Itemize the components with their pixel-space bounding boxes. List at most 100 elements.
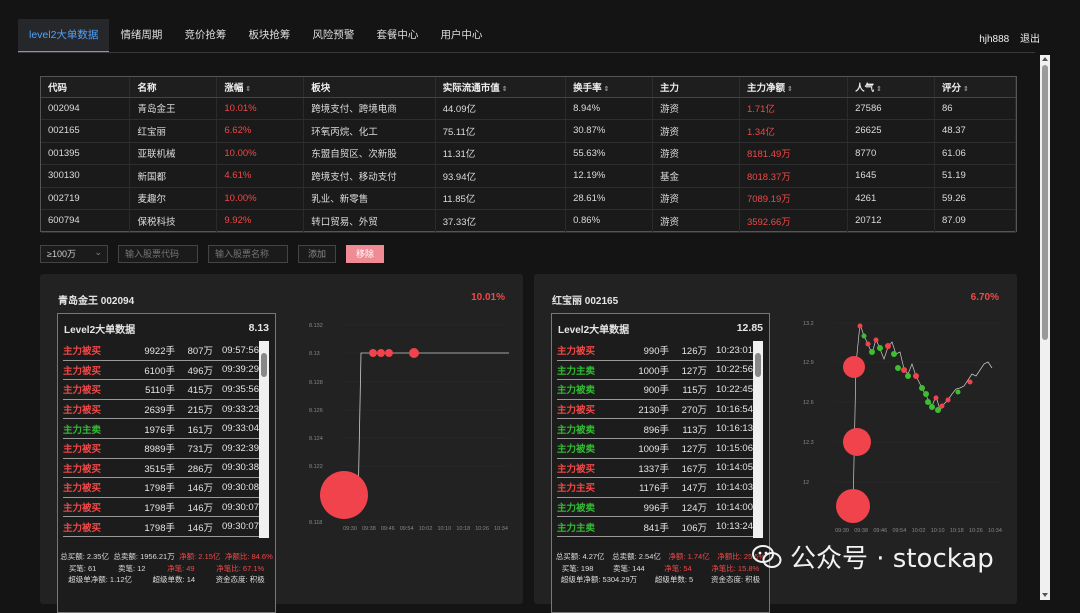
trade-row[interactable]: 主力主买 1176手 147万 10:14:03	[557, 478, 753, 498]
scrollbar-thumb[interactable]	[1042, 65, 1048, 340]
trade-row[interactable]: 主力被卖 996手 124万 10:14:00	[557, 498, 753, 518]
table-row[interactable]: 600794 保税科技 9.92% 转口贸易、外贸 37.33亿 0.86% 游资 3592.…	[41, 209, 1016, 233]
sort-icon[interactable]: ⇕	[604, 86, 610, 93]
column-header[interactable]: 主力净额 ⇕	[739, 77, 849, 98]
tab-4[interactable]: 风险预警	[301, 19, 365, 53]
sort-icon[interactable]: ⇕	[963, 86, 969, 93]
column-header-label: 涨幅	[224, 82, 244, 94]
scroll-up-icon[interactable]	[1042, 57, 1048, 61]
table-row[interactable]: 002719 麦趣尔 10.00% 乳业、新零售 11.85亿 28.61% 游资 7089.…	[41, 187, 1016, 210]
trade-row[interactable]: 主力被买 3515手 286万 09:30:38	[63, 459, 259, 479]
trade-row[interactable]: 主力被买 2639手 215万 09:33:23	[63, 400, 259, 420]
trade-type: 主力被买	[63, 503, 102, 515]
sort-icon[interactable]: ⇕	[787, 86, 793, 93]
trade-row[interactable]: 主力被买 1798手 146万 09:30:07	[63, 498, 259, 518]
trade-value: 415万	[187, 385, 213, 397]
trade-row[interactable]: 主力被卖 900手 115万 10:22:45	[557, 380, 753, 400]
table-cell: 37.33亿	[435, 209, 567, 233]
column-header[interactable]: 名称	[129, 77, 218, 98]
column-header[interactable]: 代码	[41, 77, 131, 98]
summary-item: 卖笔: 144	[612, 563, 645, 573]
scrollbar-thumb[interactable]	[755, 353, 761, 377]
trade-list[interactable]: 主力被买 9922手 807万 09:57:56 主力被买 6100手 496万 09:39:…	[63, 341, 259, 539]
table-row[interactable]: 002094 青岛金王 10.01% 跨境支付、跨境电商 44.09亿 8.94% 游资 1.…	[41, 97, 1016, 120]
trade-value: 10:22:56	[716, 364, 753, 376]
table-row[interactable]: 002165 红宝丽 6.62% 环氧丙烷、化工 75.11亿 30.87% 游资 1.34亿…	[41, 119, 1016, 143]
trade-row[interactable]: 主力被买 6100手 496万 09:39:29	[63, 361, 259, 381]
trade-row[interactable]: 主力被买 1798手 146万 09:30:07	[63, 517, 259, 537]
trade-row[interactable]: 主力主卖 1000手 127万 10:22:56	[557, 361, 753, 381]
bubble-buy	[933, 395, 939, 401]
column-header-label: 换手率	[573, 82, 602, 94]
column-header[interactable]: 评分 ⇕	[934, 77, 1016, 98]
table-cell: 游资	[652, 142, 740, 165]
username[interactable]: hjh888	[979, 34, 1009, 45]
tab-6[interactable]: 用户中心	[429, 19, 493, 53]
table-row[interactable]: 001395 亚联机械 10.00% 东盟自贸区、次新股 11.31亿 55.63% 游资 8…	[41, 142, 1016, 165]
tab-0[interactable]: level2大单数据	[18, 19, 110, 53]
trade-row[interactable]: 主力主卖 841手 106万 10:13:24	[557, 517, 753, 537]
bubble-buy	[873, 337, 879, 343]
remove-button[interactable]: 移除	[346, 245, 385, 263]
logout-link[interactable]: 退出	[1020, 34, 1040, 45]
column-header[interactable]: 人气 ⇕	[847, 77, 936, 98]
scrollbar-thumb[interactable]	[261, 353, 267, 377]
sort-icon[interactable]: ⇕	[876, 86, 882, 93]
amount-filter-select[interactable]: ≥100万	[40, 244, 108, 263]
x-tick-label: 09:30	[835, 528, 849, 534]
trade-row[interactable]: 主力被买 2130手 270万 10:16:54	[557, 400, 753, 420]
trade-list-scrollbar[interactable]	[259, 341, 269, 538]
column-header[interactable]: 板块	[303, 77, 436, 98]
trade-list-scrollbar[interactable]	[753, 341, 763, 538]
sort-icon[interactable]: ⇕	[502, 86, 508, 93]
tab-1[interactable]: 情绪周期	[109, 19, 173, 53]
trade-value: 10:15:06	[716, 442, 753, 454]
trade-row[interactable]: 主力被买 8989手 731万 09:32:39	[63, 439, 259, 459]
page-scrollbar[interactable]	[1040, 55, 1050, 600]
panel-price: 8.13	[248, 322, 269, 334]
trade-row[interactable]: 主力被买 1798手 146万 09:30:08	[63, 478, 259, 498]
summary-item: 净额: 2.15亿	[179, 552, 221, 561]
add-button[interactable]: 添加	[298, 245, 337, 263]
bubble-sell	[877, 345, 883, 351]
trade-value: 10:13:24	[716, 521, 753, 533]
table-cell: 600794	[41, 209, 131, 233]
column-header-label: 实际流通市值	[442, 82, 500, 94]
sort-icon[interactable]: ⇕	[245, 86, 251, 93]
stock-code-input[interactable]	[118, 245, 198, 263]
level2-panel: Level2大单数据 12.85 主力被买 990手 126万 10:23:01 主力主…	[551, 313, 770, 613]
column-header[interactable]: 主力	[652, 77, 740, 98]
y-tick-label: 13.2	[803, 321, 814, 327]
table-cell: 93.94亿	[435, 164, 567, 188]
tab-5[interactable]: 套餐中心	[365, 19, 429, 53]
trade-value: 1976手	[144, 424, 175, 436]
trade-value: 9922手	[144, 346, 175, 358]
column-header-label: 名称	[137, 82, 157, 94]
trade-row[interactable]: 主力被买 990手 126万 10:23:01	[557, 341, 753, 361]
trade-row[interactable]: 主力被卖 896手 113万 10:16:13	[557, 419, 753, 439]
column-header[interactable]: 实际流通市值 ⇕	[435, 77, 567, 98]
summary-item: 总卖额: 2.54亿	[612, 552, 661, 561]
trade-row[interactable]: 主力被买 5110手 415万 09:35:56	[63, 380, 259, 400]
y-tick-label: 8.118	[309, 520, 322, 526]
column-header[interactable]: 涨幅 ⇕	[216, 77, 305, 98]
table-row[interactable]: 300130 新国都 4.61% 跨境支付、移动支付 93.94亿 12.19% 基金 801…	[41, 164, 1016, 188]
trade-value: 09:33:04	[222, 423, 259, 435]
tab-3[interactable]: 板块抢筹	[237, 19, 301, 53]
stock-name-input[interactable]	[208, 245, 288, 263]
trade-row[interactable]: 主力被卖 1009手 127万 10:15:06	[557, 439, 753, 459]
trade-row[interactable]: 主力被买 9922手 807万 09:57:56	[63, 341, 259, 361]
bubble-buy	[901, 367, 907, 373]
bubble-sell	[929, 404, 935, 410]
scroll-down-icon[interactable]	[1042, 593, 1048, 597]
table-cell: 青岛金王	[129, 97, 218, 120]
tab-2[interactable]: 竞价抢筹	[173, 19, 237, 53]
column-header[interactable]: 换手率 ⇕	[565, 77, 654, 98]
trade-row[interactable]: 主力主卖 1976手 161万 09:33:04	[63, 419, 259, 439]
trade-list[interactable]: 主力被买 990手 126万 10:23:01 主力主卖 1000手 127万 10:22:5…	[557, 341, 753, 539]
trade-value: 10:22:45	[716, 383, 753, 395]
bubble-buy	[885, 343, 891, 349]
trade-value: 1798手	[144, 522, 175, 534]
trade-row[interactable]: 主力被买 1337手 167万 10:14:05	[557, 459, 753, 479]
column-header-label: 主力净额	[746, 82, 785, 94]
